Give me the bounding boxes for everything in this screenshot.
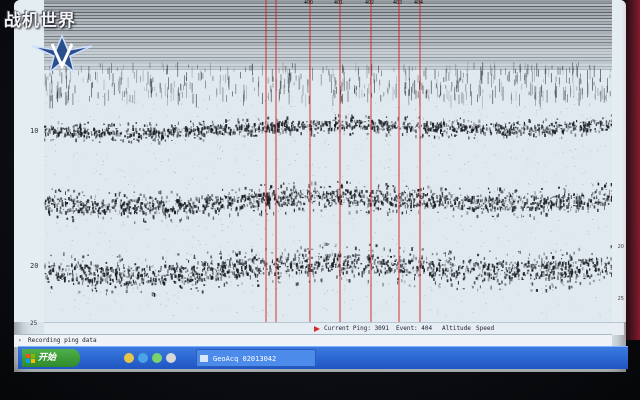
event-flag-icon [314, 326, 320, 332]
taskbar-item-label: GeoAcq 02013042 [213, 355, 277, 363]
depth-tick-25: 25 [30, 320, 38, 327]
depth-tick-10: 10 [30, 127, 39, 135]
window-icon [200, 355, 208, 362]
monitor-screen: 10 20 25 400 401 402 403 404 20 25 Current P… [14, 0, 626, 372]
windows-taskbar: 开始 GeoAcq 02013042 [18, 346, 628, 369]
windows-logo-icon [26, 354, 35, 363]
echo-layer-surface [44, 0, 624, 70]
start-button[interactable]: 开始 [22, 349, 80, 367]
screen-glare [622, 0, 640, 340]
taskbar-item-geoacq[interactable]: GeoAcq 02013042 [196, 349, 316, 367]
quicklaunch-icon-4[interactable] [166, 353, 176, 363]
event-marker-label: 403 [393, 0, 402, 6]
depth-tick-20: 20 [30, 262, 39, 270]
start-label: 开始 [38, 353, 57, 363]
watermark-text: 战机世界 [4, 11, 76, 31]
quicklaunch-icon-1[interactable] [124, 353, 134, 363]
echogram-canvas: 400 401 402 403 404 [44, 0, 624, 322]
quicklaunch-icon-3[interactable] [152, 353, 162, 363]
watermark: 战机世界 [4, 6, 100, 76]
watermark-logo-icon [31, 34, 93, 75]
quicklaunch-icon-2[interactable] [138, 353, 148, 363]
event-marker-label: 401 [334, 0, 343, 6]
event-marker-label: 400 [304, 0, 313, 6]
event-marker-label: 402 [365, 0, 374, 6]
event-marker-label: 404 [414, 0, 423, 6]
echogram-plot[interactable]: 400 401 402 403 404 [44, 0, 624, 322]
